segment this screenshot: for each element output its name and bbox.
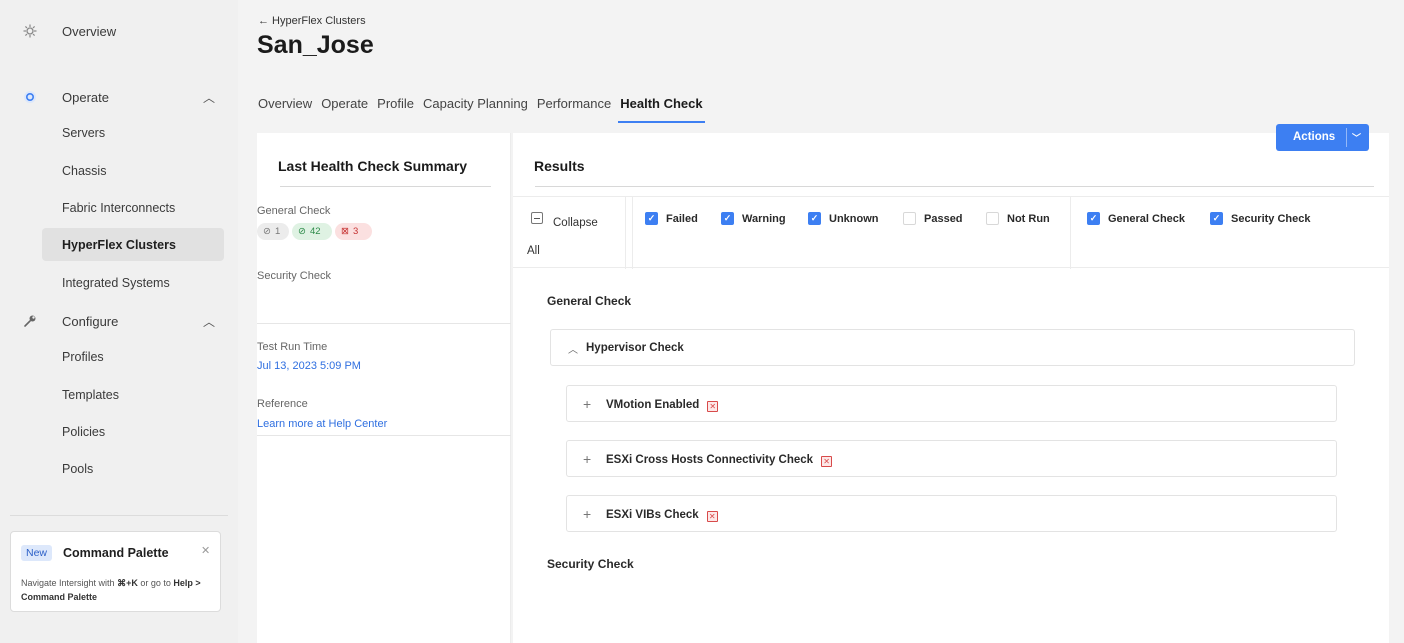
sidebar-item-templates[interactable]: Templates	[42, 378, 224, 411]
hypervisor-check-label: Hypervisor Check	[586, 342, 684, 354]
nav-operate[interactable]: Operate ︿	[0, 88, 238, 106]
new-badge: New	[21, 545, 53, 561]
nav-overview-label: Overview	[62, 23, 117, 39]
tab-capacity-planning[interactable]: Capacity Planning	[423, 96, 528, 124]
shortcut-text: ⌘+K	[117, 578, 138, 588]
checkbox-checked-icon[interactable]: ✓	[721, 212, 734, 225]
sidebar-item-profiles[interactable]: Profiles	[42, 340, 224, 373]
sidebar-item-servers[interactable]: Servers	[42, 116, 224, 149]
tab-performance[interactable]: Performance	[537, 96, 611, 124]
filter-bar: Collapse All ✓ Failed ✓ Warning ✓ Unknow…	[513, 196, 1389, 269]
failed-icon: ⊠	[341, 226, 349, 237]
summary-divider	[257, 435, 511, 436]
unknown-count-badge: ⊘ 1	[257, 223, 289, 240]
failed-status-icon: ✕	[821, 456, 833, 467]
tab-health-check[interactable]: Health Check	[618, 96, 706, 124]
operate-icon	[22, 89, 38, 105]
filter-separator	[632, 197, 633, 269]
sidebar-item-hyperflex-clusters[interactable]: HyperFlex Clusters	[42, 228, 224, 261]
tab-operate[interactable]: Operate	[321, 96, 368, 124]
sidebar-item-chassis[interactable]: Chassis	[42, 154, 224, 187]
failed-status-icon: ✕	[707, 401, 719, 412]
check-item-label: ESXi VIBs Check ✕	[606, 509, 718, 522]
unknown-icon: ⊘	[263, 226, 271, 237]
failed-status-icon: ✕	[706, 511, 718, 522]
filter-passed[interactable]: Passed	[903, 212, 963, 225]
check-item[interactable]: + ESXi Cross Hosts Connectivity Check ✕	[566, 440, 1337, 477]
close-icon[interactable]: ✕	[201, 544, 210, 557]
nav-configure[interactable]: Configure ︿	[0, 312, 238, 330]
security-check-label: Security Check	[257, 270, 331, 282]
check-item[interactable]: + ESXi VIBs Check ✕	[566, 495, 1337, 532]
tab-profile[interactable]: Profile	[377, 96, 414, 124]
sidebar-item-policies[interactable]: Policies	[42, 415, 224, 448]
sidebar-divider	[10, 515, 228, 516]
chevron-up-icon[interactable]: ︿	[568, 341, 578, 356]
help-center-link[interactable]: Learn more at Help Center	[257, 418, 387, 430]
filter-general-check[interactable]: ✓ General Check	[1087, 212, 1185, 225]
chevron-up-icon[interactable]: ︿	[203, 89, 215, 106]
expand-plus-icon[interactable]: +	[583, 396, 591, 412]
failed-count-badge: ⊠ 3	[335, 223, 372, 240]
chevron-down-icon[interactable]: ﹀	[1352, 131, 1361, 144]
checkbox-checked-icon[interactable]: ✓	[1087, 212, 1100, 225]
page-title: San_Jose	[257, 31, 374, 59]
actions-separator	[1346, 128, 1347, 147]
collapse-label[interactable]: Collapse	[553, 217, 598, 229]
collapse-all-label[interactable]: All	[527, 245, 540, 257]
test-run-time-value[interactable]: Jul 13, 2023 5:09 PM	[257, 360, 361, 372]
checkbox-unchecked-icon[interactable]	[986, 212, 999, 225]
filter-warning[interactable]: ✓ Warning	[721, 212, 786, 225]
command-palette-card[interactable]: New Command Palette ✕ Navigate Intersigh…	[10, 531, 221, 612]
check-item-label: VMotion Enabled ✕	[606, 399, 719, 412]
filter-separator	[1070, 197, 1071, 269]
sidebar-item-fabric-interconnects[interactable]: Fabric Interconnects	[42, 191, 224, 224]
checkbox-checked-icon[interactable]: ✓	[808, 212, 821, 225]
summary-divider	[257, 323, 511, 324]
filter-not-run[interactable]: Not Run	[986, 212, 1050, 225]
nav-configure-label: Configure	[62, 313, 119, 329]
actions-label: Actions	[1293, 131, 1336, 143]
nav-overview[interactable]: Overview	[0, 22, 238, 40]
filter-separator	[625, 197, 626, 269]
filter-unknown[interactable]: ✓ Unknown	[808, 212, 879, 225]
dashboard-icon	[22, 23, 38, 39]
wrench-icon	[22, 313, 38, 329]
filter-failed[interactable]: ✓ Failed	[645, 212, 698, 225]
results-panel: Results Collapse All ✓ Failed ✓ Warning …	[513, 133, 1389, 643]
nav-operate-label: Operate	[62, 89, 109, 105]
checkbox-checked-icon[interactable]: ✓	[645, 212, 658, 225]
tab-bar: Overview Operate Profile Capacity Planni…	[258, 96, 712, 124]
general-check-label: General Check	[257, 205, 331, 217]
command-palette-description: Navigate Intersight with ⌘+K or go to He…	[21, 578, 201, 602]
sidebar: Overview Operate ︿ Servers Chassis Fabri…	[0, 0, 238, 643]
security-check-section: Security Check	[547, 557, 634, 571]
chevron-up-icon[interactable]: ︿	[203, 313, 215, 330]
results-divider	[535, 186, 1374, 187]
sidebar-item-integrated-systems[interactable]: Integrated Systems	[42, 266, 224, 299]
filter-security-check[interactable]: ✓ Security Check	[1210, 212, 1310, 225]
summary-divider	[280, 186, 491, 187]
summary-title: Last Health Check Summary	[278, 158, 468, 174]
expand-plus-icon[interactable]: +	[583, 451, 591, 467]
hypervisor-check-group[interactable]: ︿ Hypervisor Check	[550, 329, 1355, 366]
check-item[interactable]: + VMotion Enabled ✕	[566, 385, 1337, 422]
passed-icon: ⊘	[298, 226, 306, 237]
checkbox-unchecked-icon[interactable]	[903, 212, 916, 225]
reference-label: Reference	[257, 398, 308, 410]
test-run-time-label: Test Run Time	[257, 341, 328, 353]
collapse-all-icon[interactable]	[531, 212, 543, 224]
general-check-section: General Check	[547, 294, 632, 308]
tab-overview[interactable]: Overview	[258, 96, 312, 124]
checkbox-checked-icon[interactable]: ✓	[1210, 212, 1223, 225]
expand-plus-icon[interactable]: +	[583, 506, 591, 522]
command-palette-title: Command Palette	[63, 546, 169, 560]
breadcrumb[interactable]: ← HyperFlex Clusters	[258, 15, 366, 27]
results-title: Results	[534, 158, 585, 174]
passed-count-badge: ⊘ 42	[292, 223, 332, 240]
summary-panel: Last Health Check Summary General Check …	[257, 133, 511, 643]
check-item-label: ESXi Cross Hosts Connectivity Check ✕	[606, 454, 833, 467]
sidebar-item-pools[interactable]: Pools	[42, 452, 224, 485]
actions-button[interactable]: Actions ﹀	[1276, 124, 1369, 151]
